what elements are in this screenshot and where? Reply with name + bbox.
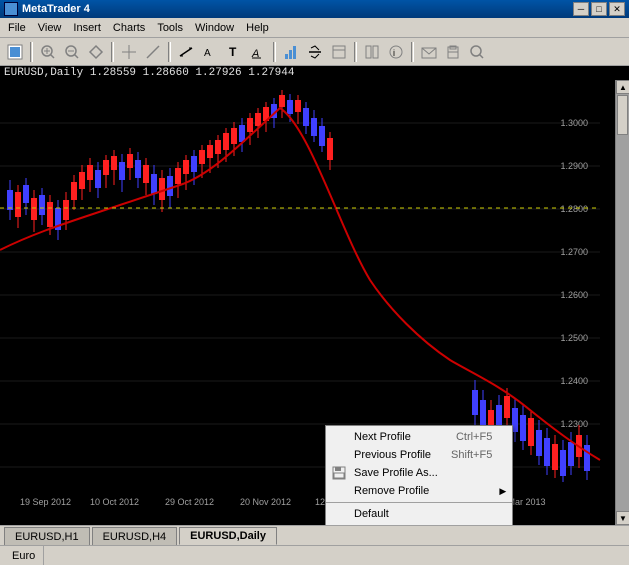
previous-profile-label: Previous Profile [354,449,431,461]
titlebar-title: MetaTrader 4 [22,3,573,15]
tab-eurusd-h1[interactable]: EURUSD,H1 [4,527,90,545]
svg-text:1.2900: 1.2900 [560,161,588,171]
menu-window[interactable]: Window [189,20,240,36]
svg-text:1.2300: 1.2300 [560,419,588,429]
menu-charts[interactable]: Charts [107,20,151,36]
svg-text:10 Oct 2012: 10 Oct 2012 [90,497,139,507]
svg-text:T: T [229,45,237,59]
context-menu: Next Profile Ctrl+F5 Previous Profile Sh… [325,425,513,525]
text-button[interactable]: T [223,41,245,63]
menu-tools[interactable]: Tools [151,20,189,36]
context-menu-divider [326,502,512,503]
svg-text:A: A [204,48,211,59]
svg-text:29 Oct 2012: 29 Oct 2012 [165,497,214,507]
context-menu-next-profile[interactable]: Next Profile Ctrl+F5 [326,428,512,446]
line-button[interactable] [142,41,164,63]
next-profile-label: Next Profile [354,431,411,443]
toolbar-separator-1 [30,42,33,62]
svg-text:1.2700: 1.2700 [560,247,588,257]
zoom-out-button[interactable] [61,41,83,63]
next-profile-shortcut: Ctrl+F5 [436,431,492,443]
email-button[interactable] [418,41,440,63]
context-menu-remove-profile[interactable]: Remove Profile ▶ [326,482,512,500]
app-icon [4,2,18,16]
remove-profile-arrow: ▶ [499,486,506,497]
print-button[interactable] [442,41,464,63]
save-profile-icon [330,465,348,481]
properties-button[interactable] [361,41,383,63]
indicator-button[interactable] [280,41,302,63]
text2-button[interactable]: A [247,41,269,63]
svg-text:19 Sep 2012: 19 Sep 2012 [20,497,71,507]
svg-text:1.3000: 1.3000 [560,118,588,128]
statusbar: Euro [0,545,629,565]
context-menu-default[interactable]: Default [326,505,512,523]
tab-eurusd-daily[interactable]: EURUSD,Daily [179,527,277,545]
toolbar-separator-6 [411,42,414,62]
menu-insert[interactable]: Insert [67,20,107,36]
price-chart[interactable]: 1.3000 1.2900 1.2800 1.2700 1.2600 1.250… [0,80,615,510]
chart-container: 1.3000 1.2900 1.2800 1.2700 1.2600 1.250… [0,80,629,525]
scroll-track [616,94,629,511]
toolbar: A T A i [0,38,629,66]
minimize-button[interactable]: ─ [573,2,589,16]
remove-profile-label: Remove Profile [354,485,429,497]
svg-text:1.2400: 1.2400 [560,376,588,386]
svg-text:i: i [393,48,395,58]
context-menu-save-profile[interactable]: Save Profile As... [326,464,512,482]
scroll-up-button[interactable]: ▲ [616,80,629,94]
expert-button[interactable]: i [385,41,407,63]
statusbar-text: Euro [4,546,44,565]
zoom-in-button[interactable] [37,41,59,63]
scroll-down-button[interactable]: ▼ [616,511,629,525]
chart-main-area: EURUSD,Daily 1.28559 1.28660 1.27926 1.2… [0,66,629,525]
menu-help[interactable]: Help [240,20,275,36]
svg-text:20 Nov 2012: 20 Nov 2012 [240,497,291,507]
scroll-button[interactable] [85,41,107,63]
vertical-scrollbar[interactable]: ▲ ▼ [615,80,629,525]
period-button[interactable] [304,41,326,63]
magnify-button[interactable] [466,41,488,63]
maximize-button[interactable]: □ [591,2,607,16]
previous-profile-shortcut: Shift+F5 [431,449,492,461]
context-menu-british-pound[interactable]: British Pound [326,523,512,525]
tab-eurusd-h4[interactable]: EURUSD,H4 [92,527,178,545]
tabbar: EURUSD,H1 EURUSD,H4 EURUSD,Daily [0,525,629,545]
default-label: Default [354,508,389,520]
svg-text:1.2600: 1.2600 [560,290,588,300]
template-button[interactable] [328,41,350,63]
crosshair-button[interactable] [118,41,140,63]
titlebar-buttons: ─ □ ✕ [573,2,625,16]
toolbar-separator-2 [111,42,114,62]
save-profile-label: Save Profile As... [354,467,438,479]
menu-file[interactable]: File [2,20,32,36]
line-tool-button[interactable] [175,41,197,63]
context-menu-previous-profile[interactable]: Previous Profile Shift+F5 [326,446,512,464]
svg-text:1.2800: 1.2800 [560,204,588,214]
titlebar: MetaTrader 4 ─ □ ✕ [0,0,629,18]
new-chart-button[interactable] [4,41,26,63]
chart-infobar: EURUSD,Daily 1.28559 1.28660 1.27926 1.2… [0,66,629,80]
svg-text:1.2500: 1.2500 [560,333,588,343]
fib-button[interactable]: A [199,41,221,63]
toolbar-separator-3 [168,42,171,62]
toolbar-separator-5 [354,42,357,62]
toolbar-separator-4 [273,42,276,62]
menubar: File View Insert Charts Tools Window Hel… [0,18,629,38]
close-button[interactable]: ✕ [609,2,625,16]
scroll-thumb[interactable] [617,95,628,135]
menu-view[interactable]: View [32,20,68,36]
